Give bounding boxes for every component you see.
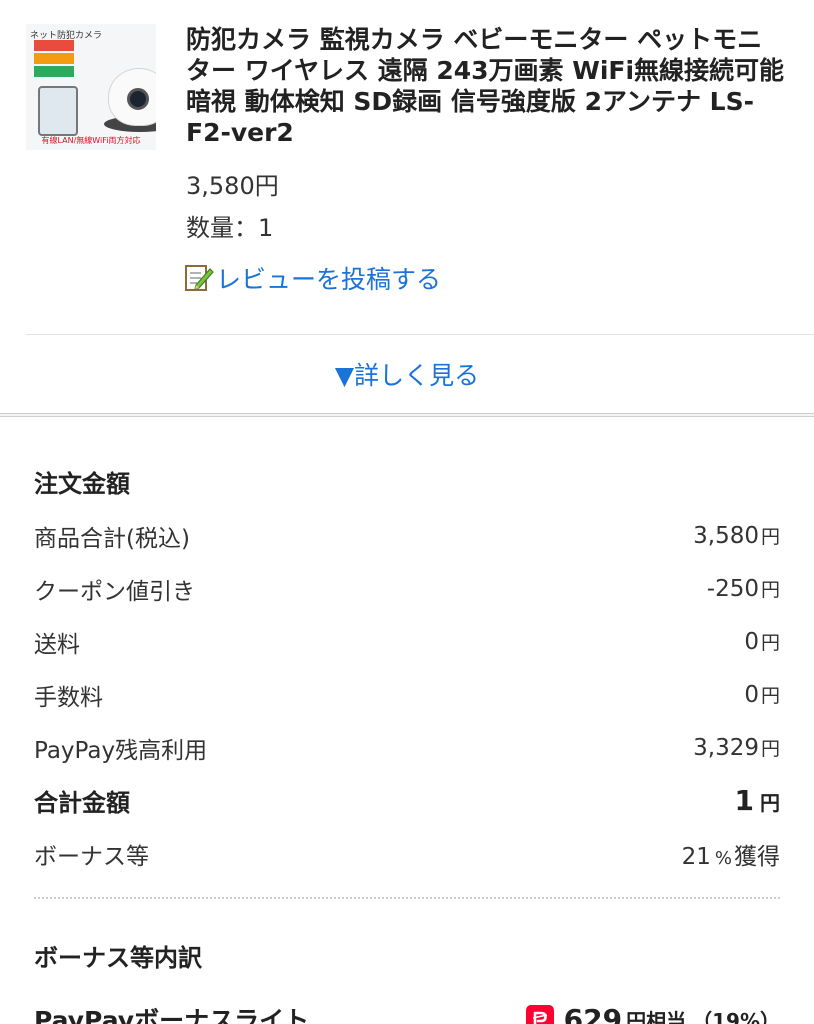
phone-illustration — [38, 86, 78, 136]
order-summary: 注文金額 商品合計(税込) 3,580 円 クーポン値引き -250 円 送料 0円… — [0, 453, 814, 880]
summary-label: クーポン値引き — [34, 578, 195, 605]
bonus-amount: 629 円相当 （19%） — [525, 1002, 780, 1024]
thumb-badge — [34, 66, 74, 77]
bonus-breakdown-title: ボーナス等内訳 — [34, 943, 202, 972]
bonus-name: PayPayボーナスライト — [34, 1006, 310, 1024]
bonus-percent: （19%） — [692, 1008, 780, 1024]
total-label: 合計金額 — [34, 789, 130, 817]
summary-value: -250 円 — [706, 576, 780, 602]
summary-row-subtotal: 商品合計(税込) 3,580 円 — [34, 509, 780, 562]
order-item: ネット防犯カメラ 有線LAN/無線WiFi両方対応 防犯カメラ 監視カメラ ベビ… — [0, 0, 814, 334]
total-value: 1円 — [734, 784, 780, 817]
product-title[interactable]: 防犯カメラ 監視カメラ ベビーモニター ペットモニター ワイヤレス 遠隔 243… — [186, 24, 786, 148]
camera-lens — [127, 88, 149, 110]
bonus-points: 629 — [563, 1002, 623, 1024]
summary-value: 3,329 円 — [693, 735, 780, 761]
summary-label: 送料 — [34, 631, 80, 658]
bonus-value: 21 %獲得 — [681, 843, 780, 870]
thumb-badge — [34, 40, 74, 51]
summary-label: 商品合計(税込) — [34, 525, 190, 552]
paypay-icon — [525, 1005, 554, 1024]
summary-row-total: 合計金額 1円 — [34, 774, 780, 827]
summary-row-fee: 手数料 0円 — [34, 668, 780, 721]
summary-value: 0円 — [744, 682, 780, 708]
product-price: 3,580円 — [186, 172, 279, 200]
dotted-divider — [34, 897, 780, 899]
summary-row-bonus: ボーナス等 21 %獲得 — [34, 827, 780, 880]
thumb-badge — [34, 53, 74, 64]
summary-label: 手数料 — [34, 684, 103, 711]
show-details-link[interactable]: ▼詳しく見る — [0, 335, 814, 413]
summary-row-paypay-balance: PayPay残高利用 3,329 円 — [34, 721, 780, 774]
summary-label: PayPay残高利用 — [34, 737, 208, 764]
bonus-label: ボーナス等 — [34, 843, 149, 870]
thumb-bottom-text: 有線LAN/無線WiFi両方対応 — [41, 136, 141, 145]
bonus-unit: 円相当 — [626, 1008, 687, 1024]
order-summary-title: 注文金額 — [34, 469, 130, 498]
product-quantity: 数量：1 — [186, 214, 274, 242]
summary-row-coupon: クーポン値引き -250 円 — [34, 562, 780, 615]
summary-value: 0円 — [744, 629, 780, 655]
bonus-breakdown-row: PayPayボーナスライト 629 円相当 （19%） — [34, 997, 780, 1024]
summary-value: 3,580 円 — [693, 523, 780, 549]
product-image[interactable]: ネット防犯カメラ 有線LAN/無線WiFi両方対応 — [26, 24, 156, 150]
section-divider — [0, 413, 814, 417]
edit-note-icon — [184, 263, 214, 293]
write-review-label: レビューを投稿する — [216, 265, 442, 294]
summary-row-shipping: 送料 0円 — [34, 615, 780, 668]
write-review-link[interactable]: レビューを投稿する — [184, 260, 441, 296]
